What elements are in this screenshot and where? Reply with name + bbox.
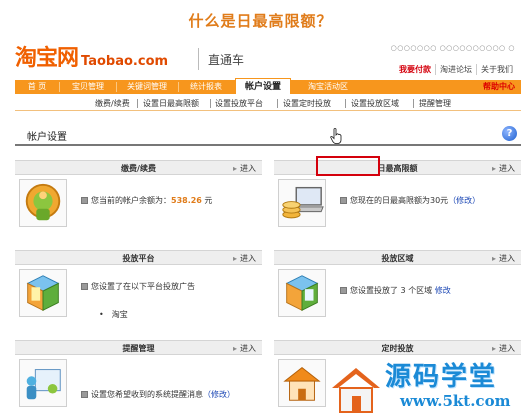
bullet-icon bbox=[81, 197, 88, 204]
region-count: 3 bbox=[400, 286, 406, 295]
platform-line: 您设置了在以下平台投放广告 bbox=[81, 281, 195, 292]
taobao-logo[interactable]: 淘宝网 Taobao.com bbox=[15, 44, 168, 72]
panel-title: 缴费/续费 bbox=[121, 164, 156, 173]
bullet-icon bbox=[340, 287, 347, 294]
nav-reports[interactable]: 统计报表 bbox=[181, 80, 231, 94]
reminder-text: 设置您希望收到的系统提醒消息 bbox=[91, 390, 203, 399]
coins-person-icon bbox=[19, 179, 67, 227]
nav-separator bbox=[178, 82, 179, 92]
nav-keyword-manage[interactable]: 关键词管理 bbox=[119, 80, 175, 94]
subnav-region[interactable]: 设置投放区域 bbox=[351, 98, 399, 109]
balance-unit: 元 bbox=[204, 196, 213, 205]
modify-link[interactable]: 修改 bbox=[435, 286, 451, 295]
enter-link[interactable]: 进入 bbox=[233, 253, 256, 264]
reminder-people-icon bbox=[19, 359, 67, 407]
bullet-icon bbox=[81, 391, 88, 398]
subnav-daily-limit[interactable]: 设置日最高限额 bbox=[143, 98, 199, 109]
watermark-url: www.5kt.com bbox=[400, 392, 511, 410]
region-line: 您设置投放了 3 个区域 修改 bbox=[340, 285, 451, 296]
nav-home[interactable]: 首 页 bbox=[19, 80, 55, 94]
subnav-separator bbox=[137, 99, 138, 108]
enter-link[interactable]: 进入 bbox=[492, 343, 515, 354]
watermark: 源码学堂 www.5kt.com bbox=[330, 356, 520, 416]
enter-link[interactable]: 进入 bbox=[492, 253, 515, 264]
balance-line: 您当前的帐户余额为：538.26 元 bbox=[81, 195, 212, 206]
panel-reminder: 提醒管理 进入 设置您希望收到的系统提醒消息（修改） bbox=[15, 340, 262, 413]
folders-icon bbox=[19, 269, 67, 317]
nav-items-manage[interactable]: 宝贝管理 bbox=[63, 80, 113, 94]
daily-limit-line: 您现在的日最高限额为30元（修改） bbox=[340, 195, 480, 206]
user-info: ○○○○○○○ ○○○○○○○○○○ ○ bbox=[390, 44, 515, 52]
enter-link[interactable]: 进入 bbox=[233, 163, 256, 174]
help-center-link[interactable]: 帮助中心 bbox=[483, 80, 515, 94]
platform-text: 您设置了在以下平台投放广告 bbox=[91, 282, 195, 291]
main-nav: 首 页 宝贝管理 关键词管理 统计报表 帐户设置 淘宝活动区 帮助中心 bbox=[15, 78, 521, 94]
enter-link[interactable]: 进入 bbox=[233, 343, 256, 354]
nav-account-settings[interactable]: 帐户设置 bbox=[235, 78, 291, 94]
daily-limit-text: 您现在的日最高限额为30元 bbox=[350, 196, 449, 205]
subnav-reminder[interactable]: 提醒管理 bbox=[419, 98, 451, 109]
panel-title: 定时投放 bbox=[381, 344, 414, 353]
about-link[interactable]: 关于我们 bbox=[476, 64, 517, 75]
laptop-coins-icon bbox=[278, 179, 326, 227]
help-icon[interactable]: ? bbox=[502, 126, 517, 141]
pay-link[interactable]: 我要付款 bbox=[395, 64, 435, 75]
logo-en: Taobao.com bbox=[81, 54, 169, 69]
panel-header: 日最高限额 进入 bbox=[274, 160, 521, 175]
subnav-separator bbox=[210, 99, 211, 108]
balance-amount: 538.26 bbox=[171, 196, 202, 205]
schedule-icon bbox=[278, 359, 326, 407]
panel-title: 日最高限额 bbox=[377, 164, 418, 173]
logo-divider bbox=[198, 48, 199, 70]
panel-daily-limit: 日最高限额 进入 您现在的日最高限额为30元（修改） bbox=[274, 160, 521, 233]
subnav-separator bbox=[277, 99, 278, 108]
panel-title: 投放区域 bbox=[381, 254, 414, 263]
panel-title: 提醒管理 bbox=[122, 344, 155, 353]
bullet-icon bbox=[340, 197, 347, 204]
watermark-text: 源码学堂 bbox=[385, 362, 498, 392]
section-title: 帐户设置 bbox=[27, 132, 67, 143]
nav-separator bbox=[59, 82, 60, 92]
balance-label: 您当前的帐户余额为： bbox=[91, 196, 171, 205]
panel-header: 投放平台 进入 bbox=[15, 250, 262, 265]
panel-header: 定时投放 进入 bbox=[274, 340, 521, 355]
nav-separator bbox=[116, 82, 117, 92]
panel-header: 提醒管理 进入 bbox=[15, 340, 262, 355]
sub-nav: 缴费/续费 设置日最高限额 设置投放平台 设置定时投放 设置投放区域 提醒管理 bbox=[15, 95, 521, 111]
highlight-box bbox=[316, 156, 380, 176]
bullet-icon bbox=[81, 283, 88, 290]
section-header: 帐户设置 ? bbox=[15, 124, 521, 146]
panel-title: 投放平台 bbox=[122, 254, 155, 263]
panel-header: 缴费/续费 进入 bbox=[15, 160, 262, 175]
hand-cursor-icon bbox=[330, 128, 342, 144]
panel-platform: 投放平台 进入 您设置了在以下平台投放广告 淘宝 bbox=[15, 250, 262, 323]
subnav-separator bbox=[413, 99, 414, 108]
modify-link[interactable]: （修改） bbox=[203, 390, 235, 399]
subnav-recharge[interactable]: 缴费/续费 bbox=[95, 98, 130, 109]
panel-region: 投放区域 进入 您设置投放了 3 个区域 修改 bbox=[274, 250, 521, 323]
house-logo-icon bbox=[332, 368, 380, 413]
nav-activity-zone[interactable]: 淘宝活动区 bbox=[297, 80, 359, 94]
page-title: 什么是日最高限额？ bbox=[188, 12, 333, 30]
reminder-line: 设置您希望收到的系统提醒消息（修改） bbox=[81, 389, 235, 400]
region-text-post: 个区域 bbox=[408, 286, 433, 295]
platform-taobao-item: 淘宝 bbox=[99, 309, 128, 320]
top-links: 我要付款 淘进论坛 关于我们 bbox=[395, 64, 517, 75]
header: 淘宝网 Taobao.com 直通车 ○○○○○○○ ○○○○○○○○○○ ○ … bbox=[15, 40, 521, 76]
panel-header: 投放区域 进入 bbox=[274, 250, 521, 265]
forum-link[interactable]: 淘进论坛 bbox=[435, 64, 476, 75]
logo-cn: 淘宝网 bbox=[15, 45, 79, 71]
panel-recharge: 缴费/续费 进入 您当前的帐户余额为：538.26 元 bbox=[15, 160, 262, 233]
product-name: 直通车 bbox=[208, 53, 245, 67]
region-text-pre: 您设置投放了 bbox=[350, 286, 398, 295]
enter-link[interactable]: 进入 bbox=[492, 163, 515, 174]
region-folders-icon bbox=[278, 269, 326, 317]
modify-link[interactable]: （修改） bbox=[448, 196, 480, 205]
subnav-separator bbox=[345, 99, 346, 108]
subnav-schedule[interactable]: 设置定时投放 bbox=[283, 98, 331, 109]
subnav-platform[interactable]: 设置投放平台 bbox=[215, 98, 263, 109]
